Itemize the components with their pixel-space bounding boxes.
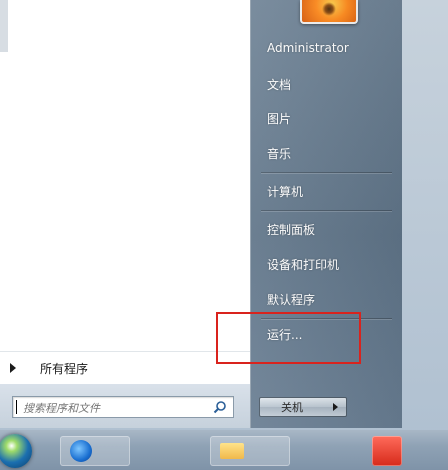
search-area xyxy=(0,384,250,428)
separator xyxy=(261,172,392,173)
left-panel-edge xyxy=(0,0,8,52)
menu-item-pictures[interactable]: 图片 xyxy=(251,106,402,130)
browser-icon xyxy=(70,440,92,462)
shutdown-button[interactable]: 关机 xyxy=(259,397,325,417)
flower-icon xyxy=(322,2,336,16)
start-menu-left-panel: 所有程序 xyxy=(0,0,251,428)
user-name: Administrator xyxy=(267,41,349,55)
highlight-box xyxy=(216,312,361,364)
chevron-right-icon xyxy=(10,363,16,373)
all-programs-label: 所有程序 xyxy=(40,361,89,376)
menu-item-label: 设备和打印机 xyxy=(267,257,340,272)
menu-item-label: 控制面板 xyxy=(267,222,316,237)
chevron-right-icon xyxy=(332,403,338,411)
menu-item-label: 图片 xyxy=(267,111,292,126)
menu-item-devices-printers[interactable]: 设备和打印机 xyxy=(251,252,402,276)
shutdown-label: 关机 xyxy=(281,401,303,414)
menu-item-music[interactable]: 音乐 xyxy=(251,141,402,165)
text-cursor xyxy=(16,400,17,414)
all-programs[interactable]: 所有程序 xyxy=(0,351,250,384)
search-input[interactable] xyxy=(21,398,211,418)
menu-item-default-programs[interactable]: 默认程序 xyxy=(251,287,402,311)
folder-icon xyxy=(220,443,244,459)
menu-item-label: 音乐 xyxy=(267,146,292,161)
menu-item-label: 计算机 xyxy=(267,184,304,199)
shutdown-options-button[interactable] xyxy=(324,397,347,417)
search-box[interactable] xyxy=(12,396,234,418)
menu-item-label: 文档 xyxy=(267,77,292,92)
menu-item-label: 默认程序 xyxy=(267,292,316,307)
user-avatar[interactable] xyxy=(300,0,358,24)
menu-item-computer[interactable]: 计算机 xyxy=(251,179,402,203)
separator xyxy=(261,210,392,211)
menu-item-control-panel[interactable]: 控制面板 xyxy=(251,217,402,241)
search-icon[interactable] xyxy=(213,400,227,414)
taskbar-button-app[interactable] xyxy=(372,436,402,466)
menu-item-documents[interactable]: 文档 xyxy=(251,72,402,96)
user-name-item[interactable]: Administrator xyxy=(251,36,402,60)
